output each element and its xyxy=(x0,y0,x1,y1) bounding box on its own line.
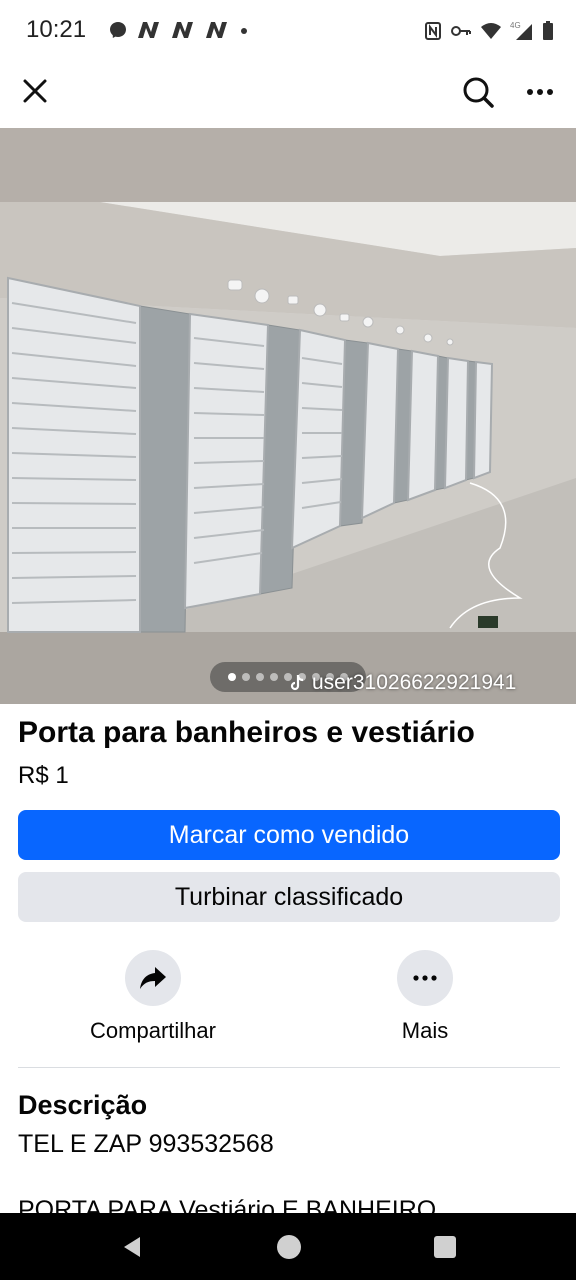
battery-icon xyxy=(543,21,553,40)
listing-title: Porta para banheiros e vestiário xyxy=(18,716,475,749)
home-icon[interactable] xyxy=(277,1235,301,1259)
more-action[interactable]: Mais xyxy=(345,950,505,1044)
photo-image xyxy=(0,128,576,704)
more-horizontal-icon xyxy=(527,89,553,95)
mark-sold-button[interactable]: Marcar como vendido xyxy=(18,810,560,860)
more-options-button[interactable] xyxy=(518,70,562,114)
wifi-icon xyxy=(481,23,501,39)
pager-dot xyxy=(270,673,278,681)
status-bar: 10:21 4G xyxy=(0,0,576,62)
recent-apps-icon[interactable] xyxy=(434,1236,456,1258)
n-icon xyxy=(206,22,227,38)
status-time: 10:21 xyxy=(26,16,87,43)
share-action[interactable]: Compartilhar xyxy=(73,950,233,1044)
description-line: TEL E ZAP 993532568 xyxy=(18,1130,274,1158)
pager-dot xyxy=(256,673,264,681)
signal-4g-icon: 4G xyxy=(510,21,532,40)
pager-dot xyxy=(228,673,236,681)
listing-photo[interactable] xyxy=(0,128,576,704)
search-icon xyxy=(463,77,494,108)
system-nav-bar xyxy=(0,1213,576,1280)
back-icon[interactable] xyxy=(120,1235,144,1259)
divider xyxy=(18,1067,560,1068)
app-bar xyxy=(0,62,576,128)
share-button[interactable] xyxy=(125,950,181,1006)
messenger-icon xyxy=(110,22,126,38)
close-icon xyxy=(23,79,47,103)
notification-icons xyxy=(108,20,250,40)
watermark: user31026622921941 xyxy=(290,671,516,695)
more-horizontal-icon xyxy=(413,975,437,981)
more-button[interactable] xyxy=(397,950,453,1006)
share-arrow-icon xyxy=(140,967,166,989)
tiktok-icon xyxy=(290,674,304,691)
search-button[interactable] xyxy=(456,70,500,114)
svg-text:4G: 4G xyxy=(510,21,521,30)
watermark-user: user31026622921941 xyxy=(312,671,517,694)
more-label: Mais xyxy=(401,1018,449,1043)
key-icon xyxy=(451,26,471,36)
boost-listing-button[interactable]: Turbinar classificado xyxy=(18,872,560,922)
close-button[interactable] xyxy=(14,70,56,112)
n-icon xyxy=(138,22,159,38)
nfc-icon xyxy=(425,22,441,40)
n-icon xyxy=(172,22,193,38)
listing-price: R$ 1 xyxy=(18,762,69,789)
pager-dot xyxy=(242,673,250,681)
share-label: Compartilhar xyxy=(90,1018,216,1043)
description-heading: Descrição xyxy=(18,1090,148,1120)
system-icons: 4G xyxy=(424,20,554,42)
dot-icon xyxy=(241,28,247,34)
